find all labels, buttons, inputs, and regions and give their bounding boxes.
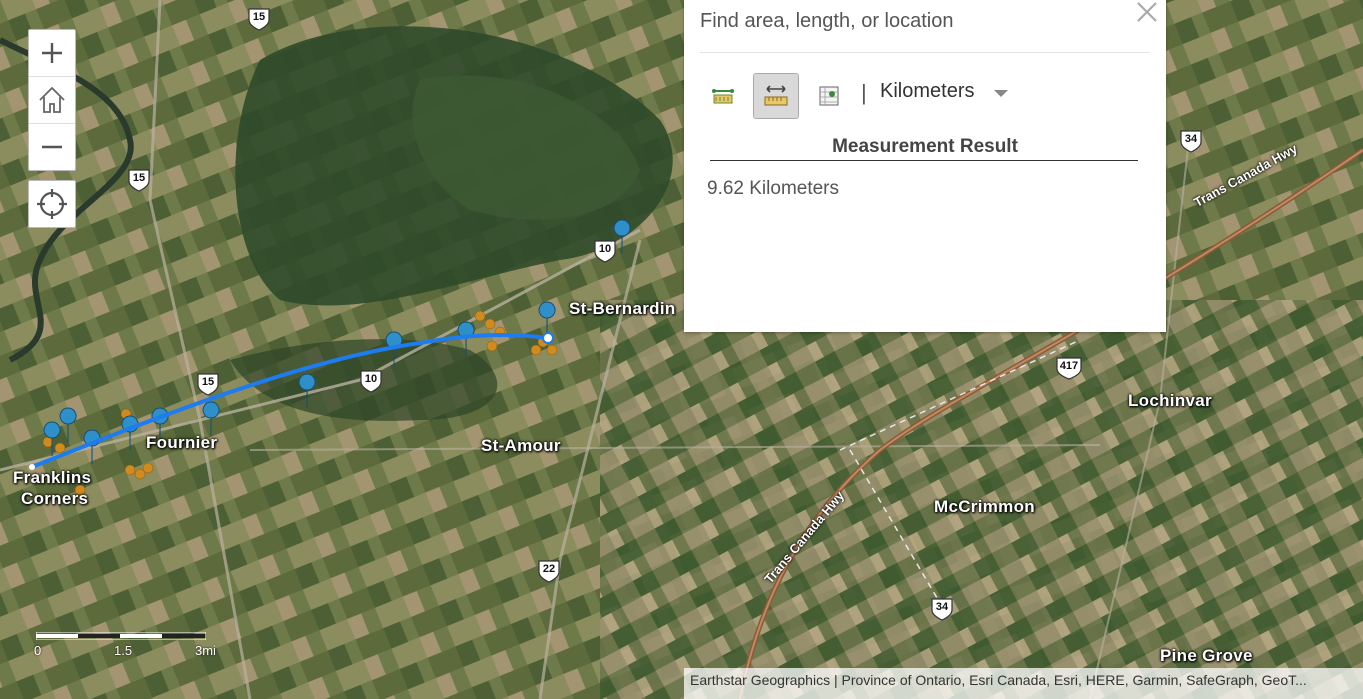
home-icon [39, 86, 65, 113]
unit-dropdown[interactable]: Kilometers [880, 80, 974, 103]
scale-label-mid: 1.5 [114, 643, 133, 658]
route-shield-417: 417 [1054, 355, 1084, 381]
close-icon [1137, 2, 1157, 22]
zoom-controls [28, 29, 76, 171]
panel-header: Find area, length, or location [700, 10, 954, 32]
distance-tool-button[interactable] [753, 73, 799, 119]
place-label-st-bernardin: St-Bernardin [569, 299, 676, 318]
place-label-franklins: Franklins [13, 468, 92, 487]
location-measure-icon [819, 86, 839, 106]
area-measure-icon [712, 89, 734, 104]
separator: | [861, 80, 867, 105]
divider [700, 52, 1150, 53]
close-button[interactable] [1134, 0, 1160, 25]
distance-measure-icon [764, 85, 788, 106]
route-shield-34: 34 [1178, 128, 1204, 154]
route-shield-22: 22 [536, 558, 562, 584]
location-tool-button[interactable] [806, 73, 852, 119]
route-shield-10: 10 [592, 238, 618, 264]
attribution: Earthstar Geographics | Province of Onta… [684, 668, 1363, 699]
chevron-down-icon[interactable] [994, 90, 1008, 97]
minus-icon [42, 145, 62, 149]
place-label-corners: Corners [21, 489, 89, 508]
place-label-pine-grove: Pine Grove [1160, 646, 1253, 665]
scale-bar [36, 632, 206, 640]
place-label-mccrimmon: McCrimmon [934, 497, 1035, 516]
locate-icon [37, 189, 67, 219]
zoom-out-button[interactable] [29, 124, 75, 170]
result-title: Measurement Result [832, 136, 1018, 157]
area-tool-button[interactable] [700, 73, 746, 119]
route-shield-15: 15 [126, 167, 152, 193]
route-shield-15: 15 [195, 371, 221, 397]
route-shield-15: 15 [246, 6, 272, 32]
measurement-panel: Find area, length, or location | Kilomet… [684, 0, 1166, 332]
home-button[interactable] [29, 77, 75, 124]
locate-button[interactable] [28, 180, 76, 228]
measurement-vertex[interactable] [542, 332, 554, 344]
zoom-in-button[interactable] [29, 30, 75, 77]
place-label-lochinvar: Lochinvar [1128, 391, 1212, 410]
scale-label-end: 3mi [195, 643, 216, 658]
result-value: 9.62 Kilometers [707, 178, 840, 199]
route-shield-10: 10 [358, 368, 384, 394]
route-shield-34: 34 [929, 596, 955, 622]
place-label-st-amour: St-Amour [481, 436, 561, 455]
plus-icon [42, 43, 62, 63]
place-label-fournier: Fournier [146, 433, 218, 452]
scale-label-0: 0 [34, 643, 42, 658]
result-divider [710, 160, 1138, 161]
